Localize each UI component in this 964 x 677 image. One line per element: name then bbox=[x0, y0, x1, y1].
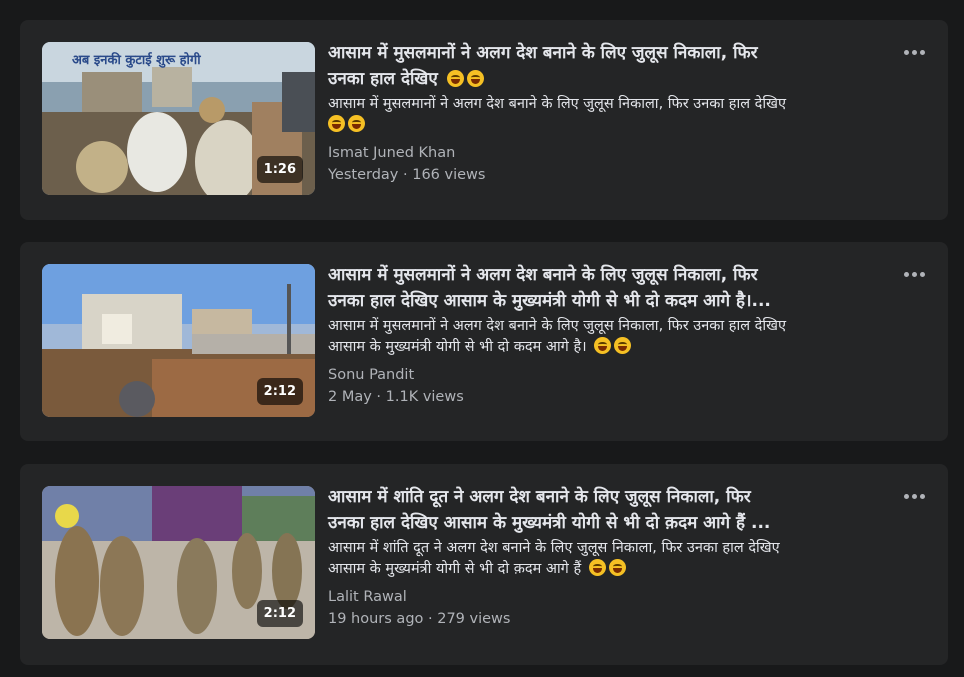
laughing-emoji-icon bbox=[466, 70, 484, 87]
video-thumbnail[interactable]: 2:12 bbox=[42, 486, 315, 639]
desc-line-2: आसाम के मुख्यमंत्री योगी से भी दो क़दम आ… bbox=[328, 561, 582, 577]
duration-badge: 1:26 bbox=[256, 156, 303, 183]
video-thumbnail[interactable]: 2:12 bbox=[42, 264, 315, 417]
laughing-emoji-icon bbox=[614, 337, 632, 354]
more-options-icon[interactable] bbox=[900, 264, 928, 284]
author-name[interactable]: Ismat Juned Khan bbox=[328, 142, 888, 164]
laughing-emoji-icon bbox=[588, 559, 606, 576]
desc-line-1: आसाम में मुसलमानों ने अलग देश बनाने के ल… bbox=[328, 318, 786, 334]
title-line-2[interactable]: उनका हाल देखिए bbox=[328, 69, 438, 89]
more-options-icon[interactable] bbox=[900, 486, 928, 506]
desc-line-2: आसाम के मुख्यमंत्री योगी से भी दो कदम आग… bbox=[328, 339, 587, 355]
video-description: आसाम में मुसलमानों ने अलग देश बनाने के ल… bbox=[328, 316, 888, 358]
desc-line-1: आसाम में शांति दूत ने अलग देश बनाने के ल… bbox=[328, 540, 780, 556]
desc-line-1: आसाम में मुसलमानों ने अलग देश बनाने के ल… bbox=[328, 96, 786, 112]
laughing-emoji-icon bbox=[608, 559, 626, 576]
video-thumbnail[interactable]: अब इनकी कुटाई शुरू होगी 1:26 bbox=[42, 42, 315, 195]
video-meta: 2 May · 1.1K views bbox=[328, 389, 464, 405]
video-description: आसाम में मुसलमानों ने अलग देश बनाने के ल… bbox=[328, 94, 888, 136]
video-description: आसाम में शांति दूत ने अलग देश बनाने के ल… bbox=[328, 538, 888, 580]
title-line-2[interactable]: उनका हाल देखिए आसाम के मुख्यमंत्री योगी … bbox=[328, 291, 771, 311]
more-options-icon[interactable] bbox=[900, 42, 928, 62]
video-title[interactable]: आसाम में मुसलमानों ने अलग देश बनाने के ल… bbox=[328, 262, 888, 314]
author-name[interactable]: Sonu Pandit bbox=[328, 364, 888, 386]
laughing-emoji-icon bbox=[348, 115, 365, 132]
duration-badge: 2:12 bbox=[256, 378, 303, 405]
laughing-emoji-icon bbox=[594, 337, 612, 354]
duration-badge: 2:12 bbox=[256, 600, 303, 627]
video-meta: 19 hours ago · 279 views bbox=[328, 611, 511, 627]
title-line-2[interactable]: उनका हाल देखिए आसाम के मुख्यमंत्री योगी … bbox=[328, 513, 770, 533]
laughing-emoji-icon bbox=[446, 70, 464, 87]
title-line-1[interactable]: आसाम में शांति दूत ने अलग देश बनाने के ल… bbox=[328, 487, 751, 507]
video-meta: Yesterday · 166 views bbox=[328, 167, 486, 183]
laughing-emoji-icon bbox=[328, 115, 345, 132]
thumb-caption: अब इनकी कुटाई शुरू होगी bbox=[72, 52, 201, 68]
video-card[interactable]: अब इनकी कुटाई शुरू होगी 1:26 आसाम में मु… bbox=[20, 20, 948, 220]
video-title[interactable]: आसाम में मुसलमानों ने अलग देश बनाने के ल… bbox=[328, 40, 888, 92]
video-title[interactable]: आसाम में शांति दूत ने अलग देश बनाने के ल… bbox=[328, 484, 888, 536]
author-name[interactable]: Lalit Rawal bbox=[328, 586, 888, 608]
title-line-1[interactable]: आसाम में मुसलमानों ने अलग देश बनाने के ल… bbox=[328, 43, 758, 63]
video-card[interactable]: 2:12 आसाम में मुसलमानों ने अलग देश बनाने… bbox=[20, 242, 948, 441]
video-card[interactable]: 2:12 आसाम में शांति दूत ने अलग देश बनाने… bbox=[20, 464, 948, 665]
title-line-1[interactable]: आसाम में मुसलमानों ने अलग देश बनाने के ल… bbox=[328, 265, 758, 285]
